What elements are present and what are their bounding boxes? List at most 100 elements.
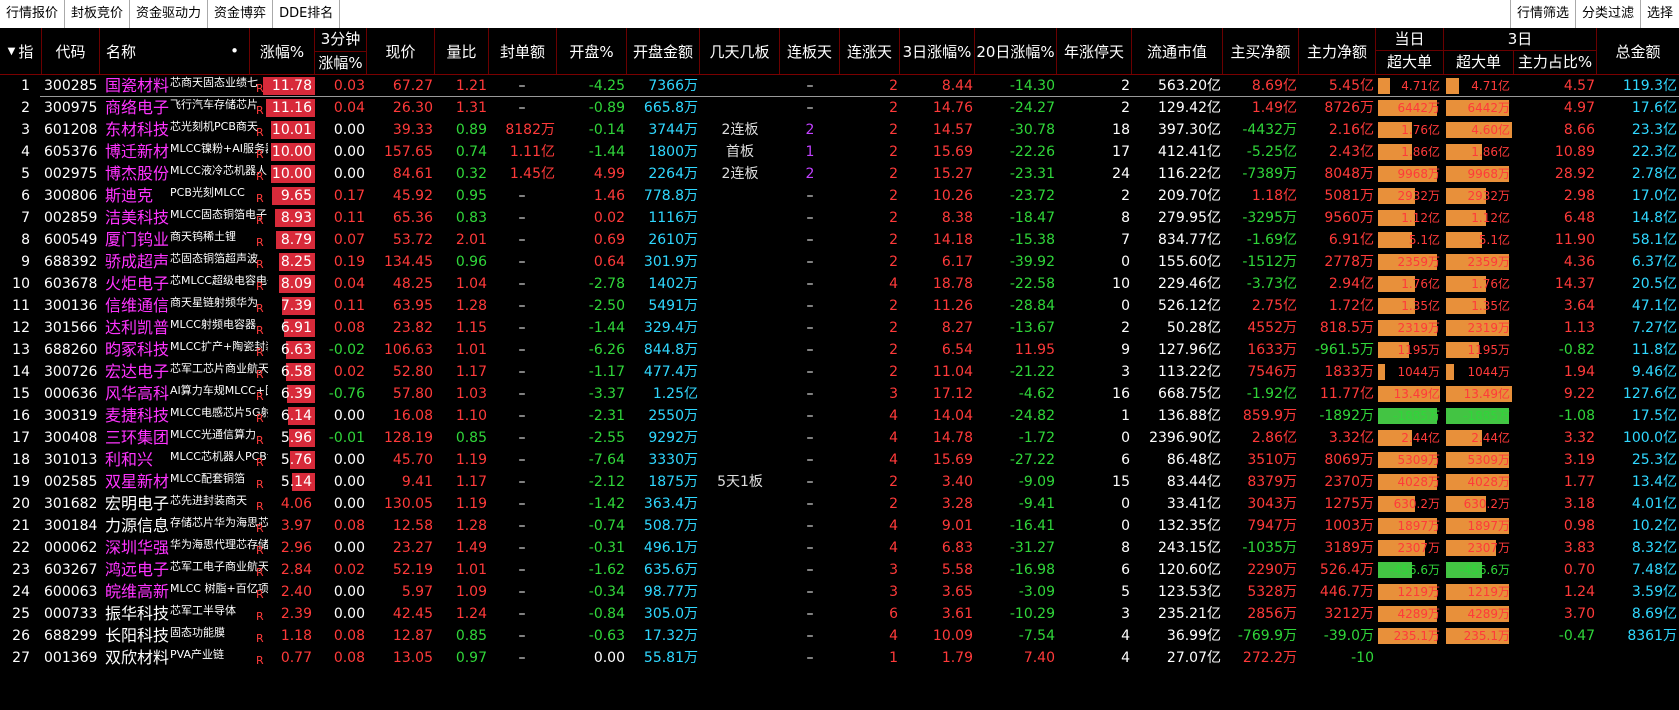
table-row[interactable]: 6 300806 斯迪克 PCB光刻MLCC R 9.65 0.17 45.92 0.95–1.… [0,185,1679,207]
cell-name[interactable]: 厦门钨业 [105,229,171,251]
tab-fund-game[interactable]: 资金博弈 [208,0,274,28]
cell-name[interactable]: 皖维高新 [105,581,171,603]
cell-name[interactable]: 达利凯普 [105,317,171,339]
cell-active-buy: 859.9万 [1242,408,1297,424]
cell-name[interactable]: 商络电子 [105,97,171,119]
cell-seal: – [518,276,526,292]
cell-name[interactable]: 风华高科 [105,383,171,405]
col-days-boards[interactable]: 几天几板 [700,28,780,74]
col-main-net[interactable]: 主力净额 [1299,28,1376,74]
cell-name[interactable]: 双欣材料 [105,647,171,669]
tab-auction[interactable]: 封板竞价 [65,0,131,28]
table-row[interactable]: 10 603678 火炬电子 芯MLCC超级电容电子 R 8.09 0.04 48.25 1.0… [0,273,1679,295]
cell-3min: 0.11 [333,210,365,226]
col-volume-ratio[interactable]: 量比 [435,28,489,74]
cell-3d: 11.26 [932,298,973,314]
cell-float-cap: 129.42亿 [1158,100,1221,116]
table-row[interactable]: 13 688260 昀冢科技 MLCC扩产+陶瓷封装 R 6.63 -0.02 106.63 1… [0,339,1679,361]
tab-quotes[interactable]: 行情报价 [0,0,66,28]
table-row[interactable]: 9 688392 骄成超声 芯固态铜箔超声波 R 8.25 0.19 134.45 0.96–0… [0,251,1679,273]
tab-quote-filter[interactable]: 行情筛选 [1509,0,1575,28]
tab-select[interactable]: 选择 [1639,0,1679,28]
col-name[interactable]: 名称 • [100,28,250,74]
cell-name[interactable]: 国瓷材料 [105,75,171,97]
cell-main-net: -10 [1351,650,1374,666]
col-3d-pct[interactable]: 3日涨幅% [900,28,975,74]
table-row[interactable]: 16300319麦捷科技MLCC电感芯片5G射频R6.140.0016.081.… [0,405,1679,427]
col-3d-super[interactable]: 超大单 [1444,51,1514,74]
cell-name[interactable]: 博迁新材 [105,141,171,163]
cell-name[interactable]: 火炬电子 [105,273,171,295]
table-row[interactable]: 17 300408 三环集团 MLCC光通信算力 R 5.96 -0.01 128.19 0.8… [0,427,1679,449]
cell-name[interactable]: 鸿远电子 [105,559,171,581]
cell-main-net: 11.77亿 [1319,386,1374,402]
cell-name[interactable]: 骄成超声 [105,251,171,273]
col-year-limit[interactable]: 年涨停天 [1057,28,1132,74]
cell-name[interactable]: 利和兴 [105,449,171,471]
cell-name[interactable]: 博杰股份 [105,163,171,185]
table-row[interactable]: 5 002975 博杰股份 MLCC液冷芯机器人 R 10.00 0.00 84.61 0.32… [0,163,1679,185]
col-total[interactable]: 总金额 [1597,28,1679,74]
cell-name[interactable]: 宏明电子 [105,493,171,515]
col-pct[interactable]: 涨幅% [250,28,315,74]
col-20d-pct[interactable]: 20日涨幅% [975,28,1057,74]
cell-total: 47.1亿 [1631,298,1677,314]
3d-super-bar: 1.76亿 [1446,276,1512,292]
cell-name[interactable]: 深圳华强 [105,537,171,559]
col-today-super[interactable]: 超大单 [1376,51,1444,74]
table-row[interactable]: 19 002585 双星新材 MLCC配套铜箔 R 5.14 0.00 9.41 1.17– -2… [0,471,1679,493]
table-row[interactable]: 23 603267 鸿远电子 芯军工电子商业航天 R 2.84 0.02 52.19 1.01–… [0,559,1679,581]
cell-pct: 2.96 [280,540,312,556]
cell-name[interactable]: 振华科技 [105,603,171,625]
table-row[interactable]: 24600063皖维高新MLCC 树脂+百亿项目+R2.400.005.971.… [0,581,1679,603]
col-idx[interactable]: ▼ 指 [0,28,42,74]
cell-open-amount: 778.8万 [643,188,698,204]
cell-name[interactable]: 麦捷科技 [105,405,171,427]
col-open-pct[interactable]: 开盘% [557,28,627,74]
table-row[interactable]: 21 300184 力源信息 存储芯片华为海思芯 R 3.97 0.08 12.58 1.28–… [0,515,1679,537]
table-row[interactable]: 3 601208 东材科技 芯光刻机PCB商天 R 10.01 0.00 39.33 0.89 8… [0,119,1679,141]
col-code[interactable]: 代码 [42,28,100,74]
table-row[interactable]: 1 300285 国瓷材料 芯商天固态业绩七 R 11.78 0.03 67.27 1.21– -… [0,75,1679,97]
table-row[interactable]: 25 000733 振华科技 芯军工半导体 R 2.39 0.00 42.45 1.24– -0.… [0,603,1679,625]
col-open-amount[interactable]: 开盘金额 [627,28,700,74]
cell-name[interactable]: 斯迪克 [105,185,171,207]
col-up-days[interactable]: 连涨天 [840,28,900,74]
cell-name[interactable]: 昀冢科技 [105,339,171,361]
tab-fund-drive[interactable]: 资金驱动力 [130,0,209,28]
cell-name[interactable]: 长阳科技 [105,625,171,647]
table-row[interactable]: 14 300726 宏达电子 芯军工芯片商业航天 R 6.58 0.02 52.80 1.17–… [0,361,1679,383]
cell-name[interactable]: 洁美科技 [105,207,171,229]
col-main-ratio[interactable]: 主力占比% [1514,51,1597,74]
col-3min[interactable]: 3分钟 涨幅% [315,28,367,74]
col-price[interactable]: 现价 [367,28,435,74]
table-row[interactable]: 18301013利和兴MLCC芯机器人PCB设备R5.760.0045.701.… [0,449,1679,471]
table-row[interactable]: 26 688299 长阳科技 固态功能膜 R 1.18 0.08 12.87 0.85– -0.6… [0,625,1679,647]
table-row[interactable]: 22 000062 深圳华强 华为海思代理芯存储 R 2.96 0.00 23.27 1.49–… [0,537,1679,559]
cell-name[interactable]: 东材科技 [105,119,171,141]
col-float-cap[interactable]: 流通市值 [1132,28,1223,74]
table-row[interactable]: 8 600549 厦门钨业 商天钨稀土锂 R 8.79 0.07 53.72 2.01–0.69… [0,229,1679,251]
table-row[interactable]: 2 300975 商络电子 飞行汽车存储芯片 R 11.16 0.04 26.30 1.31– -… [0,97,1679,119]
cell-name[interactable]: 三环集团 [105,427,171,449]
cell-up-days: 3 [889,386,898,402]
table-row[interactable]: 20 301682 宏明电子 芯先进封装商天 R 4.06 0.00 130.05 1.19– -… [0,493,1679,515]
cell-name[interactable]: 双星新材 [105,471,171,493]
cell-name[interactable]: 信维通信 [105,295,171,317]
col-active-buy[interactable]: 主买净额 [1223,28,1299,74]
cell-name[interactable]: 宏达电子 [105,361,171,383]
col-seal-amount[interactable]: 封单额 [489,28,557,74]
today-super-bar: 1.86亿 [1378,144,1442,160]
table-row[interactable]: 11 300136 信维通信 商天星链射频华为 R 7.39 0.11 63.95 1.28– -… [0,295,1679,317]
tab-category-filter[interactable]: 分类过滤 [1574,0,1640,28]
cell-volume-ratio: 1.24 [455,606,487,622]
col-board-days[interactable]: 连板天 [780,28,840,74]
cell-name[interactable]: 力源信息 [105,515,171,537]
table-row[interactable]: 15000636风华高科AI算力车规MLCC+固态R6.39-0.7657.80… [0,383,1679,405]
table-row[interactable]: 4 605376 博迁新材 MLCC镍粉+AI服务器 R 10.00 0.00 157.65 0… [0,141,1679,163]
table-row[interactable]: 12 301566 达利凯普 MLCC射频电容器 R 6.91 0.08 23.82 1.15–… [0,317,1679,339]
table-row[interactable]: 27 001369 双欣材料 PVA产业链 R 0.77 0.08 13.05 0.97–0.0… [0,647,1679,669]
tab-dde-rank[interactable]: DDE排名 [273,0,341,28]
cell-code: 300726 [44,364,98,380]
table-row[interactable]: 7 002859 洁美科技 MLCC固态铜箔电子 R 8.93 0.11 65.36 0.83–… [0,207,1679,229]
